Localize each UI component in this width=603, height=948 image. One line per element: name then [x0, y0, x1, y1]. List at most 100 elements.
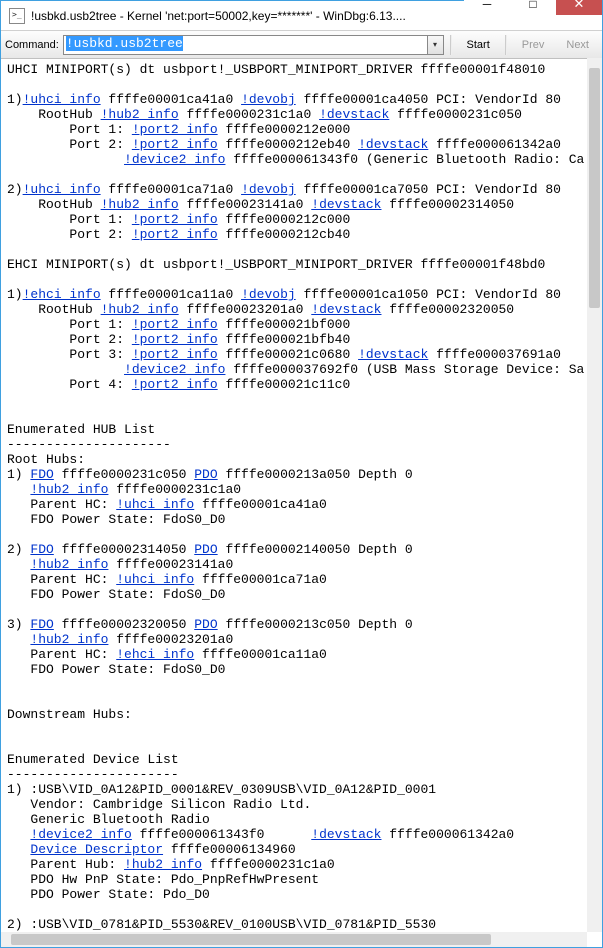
prev-button[interactable]: Prev: [513, 35, 554, 55]
titlebar: !usbkd.usb2tree - Kernel 'net:port=50002…: [1, 1, 602, 31]
toolbar-divider: [450, 35, 452, 55]
devobj-link[interactable]: !devobj: [241, 92, 296, 107]
next-button[interactable]: Next: [557, 35, 598, 55]
devstack-link[interactable]: !devstack: [311, 827, 381, 842]
text: ffffe0000231c1a0: [179, 107, 319, 122]
minimize-button[interactable]: [464, 0, 510, 15]
hub2-info-link[interactable]: !hub2_info: [101, 107, 179, 122]
text: Parent Hub:: [7, 857, 124, 872]
fdo-link[interactable]: FDO: [30, 617, 53, 632]
window-title: !usbkd.usb2tree - Kernel 'net:port=50002…: [31, 9, 464, 23]
ehci-info-link[interactable]: !ehci_info: [23, 287, 101, 302]
port2-info-link[interactable]: !port2_info: [132, 212, 218, 227]
maximize-button[interactable]: [510, 0, 556, 15]
close-button[interactable]: [556, 0, 602, 15]
command-input-value: !usbkd.usb2tree: [66, 36, 183, 51]
device2-info-link[interactable]: !device2 info: [124, 362, 225, 377]
text: Port 1:: [7, 212, 132, 227]
text: PDO Power State: Pdo_D0: [7, 887, 210, 902]
command-toolbar: Command: !usbkd.usb2tree Start Prev Next: [1, 31, 602, 59]
text: [7, 482, 30, 497]
port2-info-link[interactable]: !port2_info: [132, 137, 218, 152]
text: ffffe00001ca4050 PCI: VendorId 80: [296, 92, 561, 107]
uhci-info-link[interactable]: !uhci_info: [116, 497, 194, 512]
text: ffffe00002140050 Depth 0: [218, 542, 413, 557]
fdo-link[interactable]: FDO: [30, 467, 53, 482]
text: ---------------------: [7, 437, 171, 452]
text: ffffe00001ca41a0: [194, 497, 327, 512]
text: ffffe00002314050: [54, 542, 194, 557]
devstack-link[interactable]: !devstack: [358, 137, 428, 152]
port2-info-link[interactable]: !port2_info: [132, 122, 218, 137]
port2-info-link[interactable]: !port2_info: [132, 317, 218, 332]
pdo-link[interactable]: PDO: [194, 617, 217, 632]
text: ffffe0000212c000: [218, 212, 351, 227]
uhci-info-link[interactable]: !uhci_info: [116, 572, 194, 587]
hub2-info-link[interactable]: !hub2_info: [30, 632, 108, 647]
text: FDO Power State: FdoS0_D0: [7, 587, 225, 602]
text: ffffe0000231c050: [54, 467, 194, 482]
text: [7, 557, 30, 572]
devstack-link[interactable]: !devstack: [311, 197, 381, 212]
pdo-link[interactable]: PDO: [194, 542, 217, 557]
port2-info-link[interactable]: !port2_info: [132, 227, 218, 242]
text: ffffe000061343f0: [132, 827, 311, 842]
text: ffffe00001ca7050 PCI: VendorId 80: [296, 182, 561, 197]
ehci-info-link[interactable]: !ehci_info: [116, 647, 194, 662]
scrollbar-thumb[interactable]: [589, 68, 600, 308]
uhci-info-link[interactable]: !uhci_info: [23, 92, 101, 107]
text: Port 2:: [7, 332, 132, 347]
text: Port 2:: [7, 227, 132, 242]
port2-info-link[interactable]: !port2_info: [132, 377, 218, 392]
text: ffffe00002314050: [381, 197, 514, 212]
hub2-info-link[interactable]: !hub2_info: [30, 557, 108, 572]
text: ffffe000061343f0 (Generic Bluetooth Radi…: [225, 152, 584, 167]
command-dropdown-button[interactable]: [428, 35, 444, 55]
text: Root Hubs:: [7, 452, 85, 467]
text: 1): [7, 467, 30, 482]
text: ffffe00002320050: [54, 617, 194, 632]
vertical-scrollbar[interactable]: [587, 58, 602, 932]
text: ffffe000021bfb40: [218, 332, 351, 347]
output-pane[interactable]: UHCI MINIPORT(s) dt usbport!_USBPORT_MIN…: [1, 58, 587, 932]
text: ffffe00006134960: [163, 842, 296, 857]
toolbar-divider-2: [505, 35, 507, 55]
hub2-info-link[interactable]: !hub2_info: [30, 482, 108, 497]
hub2-info-link[interactable]: !hub2_info: [101, 197, 179, 212]
uhci-info-link[interactable]: !uhci_info: [23, 182, 101, 197]
devstack-link[interactable]: !devstack: [319, 107, 389, 122]
text: Port 1:: [7, 317, 132, 332]
port2-info-link[interactable]: !port2_info: [132, 347, 218, 362]
text: ffffe0000213c050 Depth 0: [218, 617, 413, 632]
scrollbar-thumb[interactable]: [11, 934, 491, 945]
hub2-info-link[interactable]: !hub2_info: [101, 302, 179, 317]
device2-info-link[interactable]: !device2 info: [30, 827, 131, 842]
command-input[interactable]: !usbkd.usb2tree: [63, 35, 428, 55]
text: Port 2:: [7, 137, 132, 152]
text: PDO Hw PnP State: Pdo_PnpRefHwPresent: [7, 872, 319, 887]
fdo-link[interactable]: FDO: [30, 542, 53, 557]
hub2-info-link[interactable]: !hub2_info: [124, 857, 202, 872]
text: Vendor: Cambridge Silicon Radio Ltd.: [7, 797, 311, 812]
text: [7, 632, 30, 647]
text: 3): [7, 617, 30, 632]
devstack-link[interactable]: !devstack: [311, 302, 381, 317]
start-button[interactable]: Start: [458, 35, 499, 55]
text: RootHub: [7, 302, 101, 317]
devobj-link[interactable]: !devobj: [241, 182, 296, 197]
text: ffffe0000231c050: [389, 107, 522, 122]
devobj-link[interactable]: !devobj: [241, 287, 296, 302]
text: 2): [7, 542, 30, 557]
device-descriptor-link[interactable]: Device Descriptor: [30, 842, 163, 857]
pdo-link[interactable]: PDO: [194, 467, 217, 482]
text: ffffe00023201a0: [108, 632, 233, 647]
text: ----------------------: [7, 767, 179, 782]
text: FDO Power State: FdoS0_D0: [7, 512, 225, 527]
port2-info-link[interactable]: !port2_info: [132, 332, 218, 347]
text: 1): [7, 92, 23, 107]
devstack-link[interactable]: !devstack: [358, 347, 428, 362]
text: 1): [7, 287, 23, 302]
device2-info-link[interactable]: !device2 info: [124, 152, 225, 167]
horizontal-scrollbar[interactable]: [1, 932, 587, 947]
text: ffffe00002320050: [381, 302, 514, 317]
